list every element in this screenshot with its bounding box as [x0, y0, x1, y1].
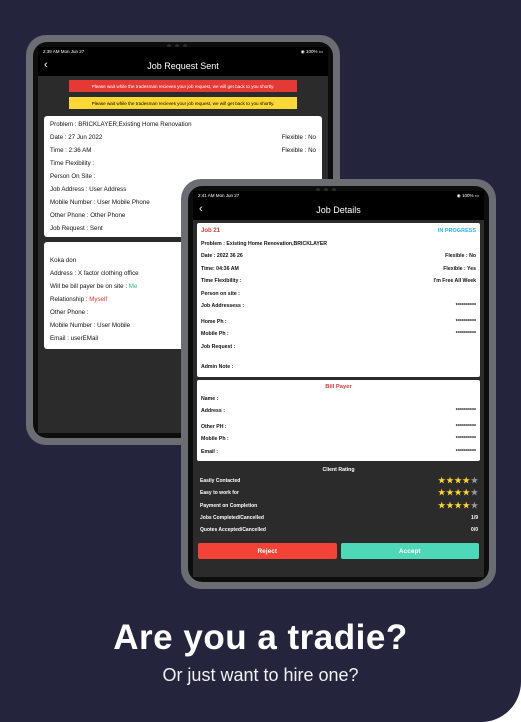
status-bar: 2:39 AM Mon Jun 27 ◉ 100% ▭: [38, 47, 328, 56]
star-icon: ★: [462, 488, 470, 498]
star-icon: ★: [446, 476, 454, 486]
headline: Are you a tradie?: [113, 618, 408, 657]
rating-row: Easily Contacted ★ ★ ★ ★ ★: [193, 475, 484, 487]
rating-row: Payment on Completion ★ ★ ★ ★ ★: [193, 500, 484, 512]
date-row: Date : 27 Jun 2022 Flexible : No: [50, 134, 316, 141]
star-icon: ★: [438, 476, 446, 486]
back-arrow-icon[interactable]: ‹: [44, 59, 48, 71]
mobile-phone-row: Mobile Ph : **********: [201, 331, 476, 338]
nav-bar: ‹ Job Details: [193, 200, 484, 220]
screen: 2:41 AM Mon Jun 27 ◉ 100% ▭ ‹ Job Detail…: [193, 191, 484, 577]
star-icon: ★: [462, 476, 470, 486]
star-icon: ★: [438, 500, 446, 510]
date-row: Date : 2022 36 26 Flexible : No: [201, 253, 476, 260]
time-row: Time: 04:36 AM Flexible : Yes: [201, 265, 476, 272]
subheadline: Or just want to hire one?: [162, 665, 359, 685]
job-header-row: Job 21 IN PROGRESS: [201, 225, 476, 238]
payer-name-row: Name :: [201, 395, 219, 402]
problem-row: Problem : BRICKLAYER,Existing Home Renov…: [50, 121, 192, 128]
payer-mobile-row: Mobile Ph : **********: [201, 436, 476, 443]
jobs-completed-row: Jobs Completed/Cancelled 1/9: [200, 515, 478, 522]
status-bar: 2:41 AM Mon Jun 27 ◉ 100% ▭: [193, 191, 484, 200]
rating-label: Payment on Completion: [200, 502, 258, 509]
notice-banner-red: Please wait while the tradesman recieves…: [69, 80, 297, 92]
job-address-row: Job Addressess : **********: [201, 303, 476, 310]
job-number: Job 21: [201, 228, 221, 235]
time-flexibility-row: Time Flexibility : I'm Free All Week: [201, 278, 476, 285]
problem-row: Problem : Existing Home Renovation,BRICK…: [201, 240, 328, 247]
rating-label: Easy to work for: [200, 490, 239, 497]
star-rating: ★ ★ ★ ★ ★: [438, 500, 478, 510]
star-icon: ★: [446, 500, 454, 510]
bill-payer-card: Bill Payer Name : Address : ********** Ot…: [197, 379, 480, 461]
person-on-site-row: Person on site :: [201, 290, 240, 297]
star-icon: ★: [470, 476, 478, 486]
battery-indicator: ◉ 100% ▭: [300, 48, 323, 54]
rating-row: Easy to work for ★ ★ ★ ★ ★: [193, 487, 484, 499]
reject-button[interactable]: Reject: [198, 543, 337, 560]
status-badge: IN PROGRESS: [437, 228, 476, 235]
bill-payer-title: Bill Payer: [325, 383, 352, 390]
status-time: 2:39 AM Mon Jun 27: [43, 49, 85, 54]
time-flexibility-row: Time Flexibility :: [50, 160, 95, 167]
battery-indicator: ◉ 100% ▭: [456, 192, 479, 198]
tablet-job-details: 2:41 AM Mon Jun 27 ◉ 100% ▭ ‹ Job Detail…: [181, 179, 496, 589]
star-icon: ★: [454, 488, 462, 498]
client-rating-title: Client Rating: [322, 467, 355, 473]
payer-email-row: Email : **********: [201, 448, 476, 455]
star-icon: ★: [462, 500, 470, 510]
star-icon: ★: [470, 488, 478, 498]
star-icon: ★: [446, 488, 454, 498]
time-row: Time : 2:36 AM Flexible : No: [50, 147, 316, 154]
rating-label: Easily Contacted: [200, 478, 241, 485]
page-title: Job Details: [316, 205, 361, 215]
client-rating-list: Easily Contacted ★ ★ ★ ★ ★ Easy to work for ★ ★ ★…: [193, 475, 484, 512]
nav-bar: ‹ Job Request Sent: [38, 56, 328, 76]
star-icon: ★: [470, 500, 478, 510]
quotes-accepted-row: Quotes Accepted/Cancelled 0/0: [200, 527, 478, 534]
star-icon: ★: [454, 500, 462, 510]
admin-note-row: Admin Note :: [201, 364, 234, 371]
star-rating: ★ ★ ★ ★ ★: [438, 477, 478, 485]
page-title: Job Request Sent: [147, 61, 219, 71]
status-time: 2:41 AM Mon Jun 27: [198, 193, 240, 198]
accept-button[interactable]: Accept: [340, 543, 479, 560]
home-phone-row: Home Ph : **********: [201, 318, 476, 325]
payer-other-phone-row: Other PH : **********: [201, 423, 476, 430]
star-icon: ★: [454, 476, 462, 486]
job-info-card: Job 21 IN PROGRESS Problem : Existing Hom…: [197, 223, 480, 377]
star-rating: ★ ★ ★ ★ ★: [438, 489, 478, 497]
notice-banner-yellow: Please wait while the tradesman recieves…: [69, 97, 297, 109]
star-icon: ★: [438, 488, 446, 498]
back-arrow-icon[interactable]: ‹: [199, 203, 203, 215]
payer-address-row: Address : **********: [201, 408, 476, 415]
job-request-row: Job Request :: [201, 343, 236, 350]
action-buttons: Reject Accept: [198, 543, 479, 560]
